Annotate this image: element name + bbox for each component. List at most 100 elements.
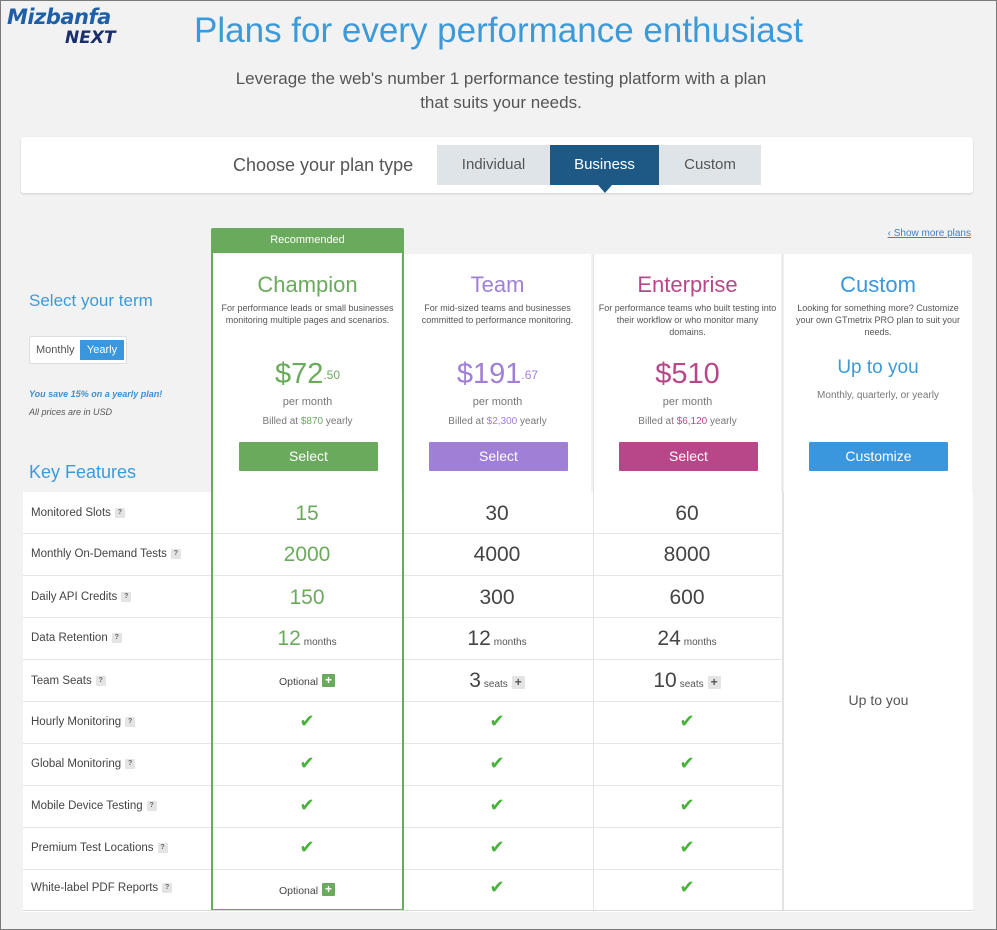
check-icon: ✔ bbox=[489, 711, 505, 731]
billed-suffix: yearly bbox=[517, 416, 547, 427]
billed-amount: $870 bbox=[300, 416, 324, 427]
champion-value: 2000 bbox=[283, 543, 331, 566]
help-icon[interactable]: ? bbox=[157, 842, 168, 853]
plan-description: For performance teams who built testing … bbox=[598, 303, 777, 337]
show-more-plans-link[interactable]: ‹ Show more plans bbox=[888, 228, 971, 239]
price-cents: .67 bbox=[521, 368, 539, 382]
billed-yearly: Billed at $6,120 yearly bbox=[594, 416, 781, 427]
plan-description: For performance leads or small businesse… bbox=[221, 303, 394, 325]
enterprise-value: 10 seats + bbox=[592, 669, 782, 693]
check-icon: ✔ bbox=[489, 795, 505, 815]
check-icon: ✔ bbox=[489, 877, 505, 897]
price-main: $191 bbox=[456, 358, 522, 390]
custom-frequency: Monthly, quarterly, or yearly bbox=[817, 390, 939, 401]
custom-plan-value: Up to you bbox=[848, 692, 909, 708]
feature-label: Hourly Monitoring? bbox=[31, 716, 136, 728]
help-icon[interactable]: ? bbox=[162, 882, 173, 893]
help-icon[interactable]: ? bbox=[95, 675, 106, 686]
feature-label: Data Retention? bbox=[31, 632, 122, 644]
table-row: Daily API Credits? 150 300 600 bbox=[23, 576, 781, 618]
plan-type-custom-tab[interactable]: Custom bbox=[659, 145, 761, 185]
feature-label: Daily API Credits? bbox=[31, 591, 132, 603]
add-seats-plus-icon[interactable]: + bbox=[511, 676, 525, 690]
team-value: 3 seats + bbox=[402, 669, 592, 693]
price-period: per month bbox=[662, 396, 713, 408]
price-period: per month bbox=[282, 396, 333, 408]
champion-value: 15 bbox=[295, 502, 319, 525]
check-icon: ✔ bbox=[299, 753, 315, 773]
enterprise-value: 8000 bbox=[663, 543, 711, 566]
champion-value: Optional + bbox=[212, 672, 402, 690]
plan-description: For mid-sized teams and businesses commi… bbox=[421, 303, 574, 325]
plan-price: $191.67 bbox=[404, 357, 591, 391]
term-monthly-option[interactable]: Monthly bbox=[36, 344, 75, 356]
term-toggle: Monthly Yearly bbox=[29, 336, 127, 364]
feature-label: Mobile Device Testing? bbox=[31, 800, 157, 812]
plan-type-business-tab[interactable]: Business bbox=[550, 145, 659, 193]
billed-prefix: Billed at bbox=[262, 416, 301, 427]
check-icon: ✔ bbox=[679, 753, 695, 773]
billed-amount: $6,120 bbox=[676, 416, 708, 427]
team-value: 30 bbox=[485, 502, 509, 525]
recommended-badge: Recommended bbox=[211, 228, 404, 253]
table-row: Mobile Device Testing? ✔ ✔ ✔ bbox=[23, 786, 781, 828]
table-row: White-label PDF Reports? Optional + ✔ ✔ bbox=[23, 870, 781, 912]
help-icon[interactable]: ? bbox=[170, 548, 181, 559]
column-divider bbox=[593, 254, 594, 911]
billed-yearly: Billed at $2,300 yearly bbox=[404, 416, 591, 427]
add-seats-plus-icon[interactable]: + bbox=[322, 674, 336, 688]
table-row: Monthly On-Demand Tests? 2000 4000 8000 bbox=[23, 534, 781, 576]
champion-value: 150 bbox=[289, 586, 325, 609]
enterprise-value: 24 months bbox=[657, 627, 717, 650]
check-icon: ✔ bbox=[299, 795, 315, 815]
custom-plan-features-cell: Up to you bbox=[783, 492, 973, 910]
feature-label: Team Seats? bbox=[31, 675, 106, 687]
plan-price: $510 bbox=[594, 357, 781, 391]
enterprise-value: 600 bbox=[669, 586, 705, 609]
check-icon: ✔ bbox=[679, 837, 695, 857]
custom-price: Up to you bbox=[837, 357, 919, 378]
plan-type-individual-tab[interactable]: Individual bbox=[437, 145, 550, 185]
add-option-plus-icon[interactable]: + bbox=[322, 883, 336, 897]
feature-label: Premium Test Locations? bbox=[31, 842, 168, 854]
feature-label: Global Monitoring? bbox=[31, 758, 136, 770]
page-subtitle: Leverage the web's number 1 performance … bbox=[235, 69, 767, 112]
add-seats-plus-icon[interactable]: + bbox=[707, 676, 721, 690]
plan-type-bar: Choose your plan type Individual Busines… bbox=[21, 137, 973, 193]
table-row: Global Monitoring? ✔ ✔ ✔ bbox=[23, 744, 781, 786]
check-icon: ✔ bbox=[489, 837, 505, 857]
select-champion-button[interactable]: Select bbox=[239, 442, 378, 471]
plan-card-champion: Champion For performance leads or small … bbox=[214, 254, 401, 492]
term-yearly-option[interactable]: Yearly bbox=[80, 340, 124, 360]
table-row: Premium Test Locations? ✔ ✔ ✔ bbox=[23, 828, 781, 870]
plan-name: Custom bbox=[840, 272, 916, 297]
billed-prefix: Billed at bbox=[638, 416, 677, 427]
feature-label: Monitored Slots? bbox=[31, 507, 125, 519]
feature-label: Monthly On-Demand Tests? bbox=[31, 548, 181, 560]
table-bottom-divider bbox=[23, 910, 973, 911]
help-icon[interactable]: ? bbox=[111, 632, 122, 643]
team-value: 300 bbox=[479, 586, 515, 609]
table-row: Data Retention? 12 months 12 months 24 mont… bbox=[23, 618, 781, 660]
check-icon: ✔ bbox=[679, 877, 695, 897]
billed-prefix: Billed at bbox=[448, 416, 487, 427]
key-features-title: Key Features bbox=[29, 462, 137, 482]
help-icon[interactable]: ? bbox=[125, 758, 136, 769]
price-main: $72 bbox=[274, 358, 324, 390]
customize-button[interactable]: Customize bbox=[809, 442, 948, 471]
select-enterprise-button[interactable]: Select bbox=[619, 442, 758, 471]
plan-name: Champion bbox=[257, 272, 358, 297]
help-icon[interactable]: ? bbox=[125, 716, 136, 727]
feature-label: White-label PDF Reports? bbox=[31, 882, 173, 894]
plan-name: Team bbox=[470, 272, 525, 297]
billed-suffix: yearly bbox=[707, 416, 737, 427]
page-title: Plans for every performance enthusiast bbox=[194, 11, 803, 50]
select-team-button[interactable]: Select bbox=[429, 442, 568, 471]
help-icon[interactable]: ? bbox=[114, 507, 125, 518]
plan-description: Looking for something more? Customize yo… bbox=[795, 303, 961, 337]
check-icon: ✔ bbox=[299, 837, 315, 857]
help-icon[interactable]: ? bbox=[146, 800, 157, 811]
plan-card-custom: Custom Looking for something more? Custo… bbox=[784, 254, 972, 492]
help-icon[interactable]: ? bbox=[121, 591, 132, 602]
price-main: $510 bbox=[655, 358, 720, 390]
